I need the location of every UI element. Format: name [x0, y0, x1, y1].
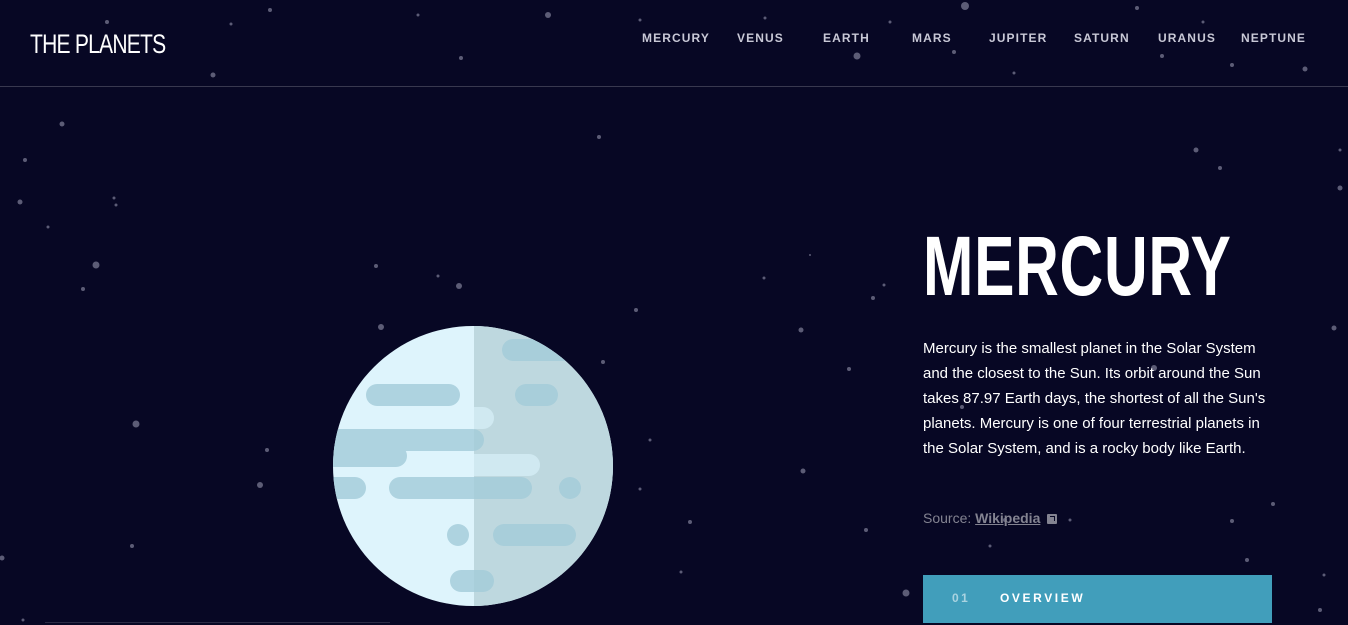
nav-item-venus[interactable]: VENUS	[737, 31, 784, 45]
star	[46, 225, 50, 229]
star	[374, 264, 378, 268]
star	[1322, 573, 1326, 577]
star	[17, 199, 23, 205]
tab-number: 01	[952, 591, 971, 605]
star	[1318, 608, 1322, 612]
star	[1218, 166, 1222, 170]
star	[265, 448, 269, 452]
star	[1245, 558, 1249, 562]
star	[762, 276, 766, 280]
star	[1338, 148, 1342, 152]
star	[871, 296, 875, 300]
nav-item-neptune[interactable]: NEPTUNE	[1241, 31, 1306, 45]
star	[1337, 185, 1343, 191]
external-link-icon[interactable]	[1047, 514, 1058, 524]
mercury-planet-image	[333, 326, 613, 606]
star	[809, 254, 811, 256]
star	[864, 528, 868, 532]
star	[132, 420, 140, 428]
star	[0, 555, 5, 561]
star	[798, 327, 804, 333]
star	[638, 487, 642, 491]
planet-title: MERCURY	[923, 219, 1232, 313]
star	[634, 308, 638, 312]
wikipedia-link[interactable]: Wikipedia	[975, 510, 1040, 526]
star	[679, 570, 683, 574]
star	[130, 544, 134, 548]
tab-overview[interactable]: 01 OVERVIEW	[923, 575, 1272, 623]
star	[597, 135, 601, 139]
header: THE PLANETS MERCURY VENUS EARTH MARS JUP…	[0, 0, 1348, 87]
planet-info: MERCURY Mercury is the smallest planet i…	[923, 219, 1273, 526]
nav-item-saturn[interactable]: SATURN	[1074, 31, 1130, 45]
star	[1230, 519, 1234, 523]
star	[902, 589, 910, 597]
star	[112, 196, 116, 200]
star	[23, 158, 27, 162]
nav-item-uranus[interactable]: URANUS	[1158, 31, 1216, 45]
star	[114, 203, 118, 207]
nav-item-earth[interactable]: EARTH	[823, 31, 870, 45]
star	[1068, 518, 1072, 522]
nav-item-mercury[interactable]: MERCURY	[642, 31, 710, 45]
star	[1271, 502, 1275, 506]
star	[92, 261, 100, 269]
planet-description: Mercury is the smallest planet in the So…	[923, 340, 1266, 457]
nav-item-jupiter[interactable]: JUPITER	[989, 31, 1047, 45]
star	[436, 274, 440, 278]
source-line: Source: Wikipedia	[923, 510, 1058, 526]
star	[456, 283, 462, 289]
star	[800, 468, 806, 474]
source-label: Source:	[923, 510, 972, 526]
star	[847, 367, 851, 371]
star	[648, 438, 652, 442]
star	[688, 520, 692, 524]
star	[882, 283, 886, 287]
planet-illustration	[332, 325, 614, 607]
tab-label: OVERVIEW	[1000, 591, 1086, 605]
star	[1331, 325, 1337, 331]
main-nav: MERCURY VENUS EARTH MARS JUPITER SATURN …	[0, 31, 1348, 47]
star	[257, 482, 263, 488]
nav-item-mars[interactable]: MARS	[912, 31, 952, 45]
divider	[45, 622, 390, 623]
star	[81, 287, 85, 291]
star	[21, 618, 25, 622]
star	[1193, 147, 1199, 153]
star	[988, 544, 992, 548]
star	[59, 121, 65, 127]
